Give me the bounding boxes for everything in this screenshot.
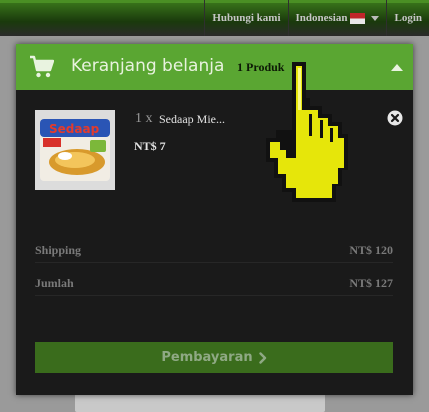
shopping-cart-panel: Keranjang belanja 1 Produk Sedaap 1 x Se…: [16, 44, 413, 395]
language-selector[interactable]: Indonesian: [287, 0, 387, 36]
cart-header[interactable]: Keranjang belanja 1 Produk: [16, 44, 413, 90]
chevron-up-icon[interactable]: [391, 63, 403, 71]
contact-link[interactable]: Hubungi kami: [204, 0, 287, 36]
login-link[interactable]: Login: [386, 0, 429, 36]
checkout-button-label: Pembayaran: [161, 350, 253, 365]
top-bar: Hubungi kami Indonesian Login: [0, 0, 429, 36]
shipping-row: Shipping NT$ 120: [35, 237, 393, 263]
shipping-label: Shipping: [35, 243, 82, 257]
close-circle-icon[interactable]: [387, 110, 403, 126]
product-thumbnail[interactable]: Sedaap: [35, 110, 115, 190]
item-name-link[interactable]: Sedaap Mie...: [159, 112, 225, 127]
background-product-image: [75, 392, 325, 412]
cart-title: Keranjang belanja: [71, 56, 225, 76]
chevron-right-icon: [258, 351, 266, 364]
package-brand-text: Sedaap: [49, 122, 100, 136]
total-row: Jumlah NT$ 127: [35, 270, 393, 296]
top-nav: Hubungi kami Indonesian Login: [204, 0, 429, 36]
total-label: Jumlah: [35, 276, 74, 290]
hand-pointer-cursor: [266, 62, 348, 202]
item-quantity: 1 x: [135, 111, 153, 126]
checkout-button[interactable]: Pembayaran: [35, 342, 393, 373]
item-price: NT$ 7: [134, 139, 166, 153]
noodle-package-image: Sedaap: [35, 110, 115, 190]
total-value: NT$ 127: [349, 276, 393, 290]
indonesia-flag-icon: [350, 12, 366, 24]
contact-link-label: Hubungi kami: [212, 12, 281, 24]
login-link-label: Login: [394, 12, 422, 24]
shopping-cart-icon: [30, 55, 54, 78]
language-label: Indonesian: [295, 12, 348, 24]
shipping-value: NT$ 120: [349, 243, 393, 257]
caret-down-icon: [371, 15, 380, 21]
